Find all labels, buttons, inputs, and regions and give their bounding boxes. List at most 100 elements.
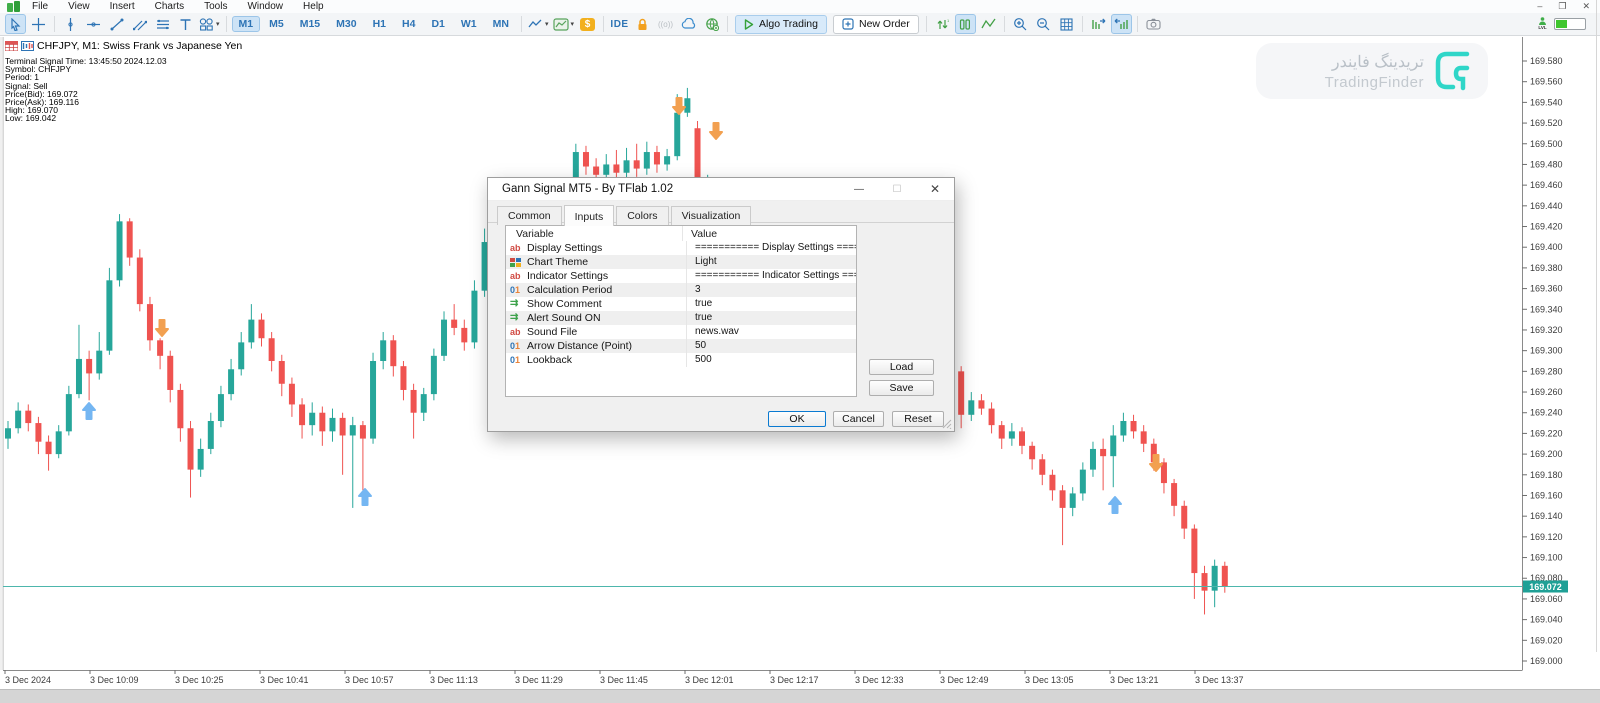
- fibonacci-icon[interactable]: [152, 14, 173, 34]
- param-value[interactable]: 50: [686, 339, 856, 353]
- cloud-icon[interactable]: [678, 14, 699, 34]
- restore-button[interactable]: ❐: [1558, 1, 1566, 12]
- divider: [603, 16, 604, 32]
- pointer-icon[interactable]: [5, 14, 26, 34]
- timeframe-w1[interactable]: W1: [454, 16, 484, 32]
- timeframe-mn[interactable]: MN: [486, 16, 516, 32]
- timeframe-m30[interactable]: M30: [329, 16, 363, 32]
- price-tick-label: 169.220: [1530, 428, 1563, 438]
- zoom-out-icon[interactable]: [1033, 14, 1054, 34]
- candle: [167, 356, 173, 390]
- cancel-button[interactable]: Cancel: [833, 411, 884, 427]
- text-tool-icon[interactable]: [175, 14, 196, 34]
- time-tick-label: 3 Dec 10:41: [260, 675, 309, 685]
- battery-icon: [1554, 18, 1586, 30]
- menu-window[interactable]: Window: [237, 1, 293, 12]
- broadcast-icon[interactable]: ((о)): [655, 14, 676, 34]
- menu-file[interactable]: File: [22, 1, 58, 12]
- param-value[interactable]: 3: [686, 283, 856, 297]
- dialog-maximize-button[interactable]: ☐: [878, 178, 916, 200]
- dollar-icon[interactable]: $: [577, 14, 598, 34]
- param-row-arrow-distance-point[interactable]: 01Arrow Distance (Point)50: [506, 339, 856, 353]
- load-button[interactable]: Load: [869, 359, 934, 375]
- param-row-indicator-settings[interactable]: abIndicator Settings=========== Indicato…: [506, 269, 856, 283]
- tab-inputs[interactable]: Inputs: [564, 205, 615, 226]
- price-tick-label: 169.320: [1530, 325, 1563, 335]
- close-button[interactable]: ✕: [1582, 1, 1590, 12]
- dialog-minimize-button[interactable]: —: [840, 178, 878, 200]
- grid-icon[interactable]: [1056, 14, 1077, 34]
- horizontal-line-icon[interactable]: [83, 14, 104, 34]
- timeframe-m15[interactable]: M15: [293, 16, 327, 32]
- dialog-close-button[interactable]: ✕: [916, 178, 954, 200]
- trendline-icon[interactable]: [106, 14, 127, 34]
- symbol-title: CHFJPY, M1: Swiss Frank vs Japanese Yen: [37, 40, 242, 52]
- timeframe-h1[interactable]: H1: [366, 16, 393, 32]
- param-value[interactable]: news.wav: [686, 325, 856, 339]
- minimize-button[interactable]: –: [1537, 1, 1542, 12]
- tab-colors[interactable]: Colors: [616, 206, 668, 225]
- chart-type-icon[interactable]: ▾: [527, 14, 550, 34]
- divider: [1137, 16, 1138, 32]
- new-order-button[interactable]: New Order: [833, 15, 919, 34]
- param-value[interactable]: =========== Display Settings ======...: [686, 241, 856, 255]
- candle: [1131, 421, 1137, 431]
- template-icon[interactable]: ▾: [552, 14, 576, 34]
- menu-help[interactable]: Help: [293, 1, 334, 12]
- shapes-icon[interactable]: ▾: [198, 14, 221, 34]
- menu-insert[interactable]: Insert: [100, 1, 145, 12]
- zigzag-icon[interactable]: [978, 14, 999, 34]
- time-tick-label: 3 Dec 12:49: [940, 675, 989, 685]
- timeframe-h4[interactable]: H4: [395, 16, 422, 32]
- algo-trading-button[interactable]: Algo Trading: [735, 15, 827, 34]
- candle: [76, 359, 82, 394]
- timeframe-d1[interactable]: D1: [424, 16, 451, 32]
- candle: [1009, 431, 1015, 438]
- shift-left-icon[interactable]: [1111, 14, 1132, 34]
- param-value[interactable]: Light: [686, 255, 856, 269]
- watermark-english-text: TradingFinder: [1325, 74, 1424, 91]
- param-value[interactable]: true: [686, 311, 856, 325]
- timeframe-m5[interactable]: M5: [262, 16, 291, 32]
- camera-icon[interactable]: [1143, 14, 1164, 34]
- save-button[interactable]: Save: [869, 380, 934, 396]
- shift-right-icon[interactable]: [1088, 14, 1109, 34]
- param-value[interactable]: =========== Indicator Settings =====...: [686, 269, 856, 283]
- dialog-titlebar[interactable]: Gann Signal MT5 - By TFlab 1.02 — ☐ ✕: [488, 178, 954, 201]
- param-value[interactable]: 500: [686, 353, 856, 367]
- param-row-calculation-period[interactable]: 01Calculation Period3: [506, 283, 856, 297]
- sort-arrows-icon[interactable]: 1: [932, 14, 953, 34]
- param-value[interactable]: true: [686, 297, 856, 311]
- pause-bars-icon[interactable]: [955, 14, 976, 34]
- param-row-sound-file[interactable]: abSound Filenews.wav: [506, 325, 856, 339]
- param-row-show-comment[interactable]: ⇉Show Commenttrue: [506, 297, 856, 311]
- ide-icon[interactable]: IDE: [609, 14, 630, 34]
- menu-tools[interactable]: Tools: [194, 1, 237, 12]
- lock-icon[interactable]: [632, 14, 653, 34]
- param-row-alert-sound-on[interactable]: ⇉Alert Sound ONtrue: [506, 311, 856, 325]
- param-row-lookback[interactable]: 01Lookback500: [506, 353, 856, 367]
- time-tick-label: 3 Dec 2024: [5, 675, 51, 685]
- channel-icon[interactable]: [129, 14, 150, 34]
- menu-view[interactable]: View: [58, 1, 100, 12]
- resize-grip[interactable]: [942, 419, 952, 429]
- time-tick-label: 3 Dec 12:17: [770, 675, 819, 685]
- timeframe-m1[interactable]: M1: [232, 16, 261, 32]
- price-tick-label: 169.400: [1530, 242, 1563, 252]
- tab-common[interactable]: Common: [497, 206, 562, 225]
- table-icon[interactable]: [5, 41, 18, 51]
- tab-visualization[interactable]: Visualization: [671, 206, 752, 225]
- price-tick-label: 169.340: [1530, 304, 1563, 314]
- menu-charts[interactable]: Charts: [145, 1, 194, 12]
- param-row-chart-theme[interactable]: Chart ThemeLight: [506, 255, 856, 269]
- param-row-display-settings[interactable]: abDisplay Settings=========== Display Se…: [506, 241, 856, 255]
- candle: [188, 428, 194, 469]
- crosshair-icon[interactable]: [28, 14, 49, 34]
- mini-chart-icon[interactable]: [21, 41, 34, 51]
- reset-button[interactable]: Reset: [892, 411, 944, 427]
- ok-button[interactable]: OK: [768, 411, 826, 427]
- param-label: Calculation Period: [527, 284, 686, 296]
- community-icon[interactable]: [701, 14, 722, 34]
- vertical-line-icon[interactable]: [60, 14, 81, 34]
- zoom-in-icon[interactable]: [1010, 14, 1031, 34]
